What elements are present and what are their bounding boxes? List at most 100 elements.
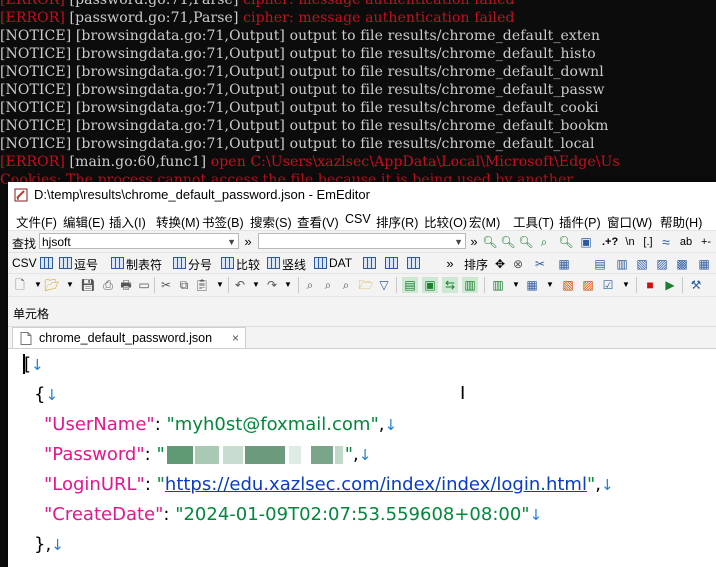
regex-icon[interactable]: [.] [640, 234, 656, 250]
find-prev-icon[interactable]: 🔍︎ [500, 234, 516, 250]
clipboard-search-icon[interactable]: ▣ [578, 234, 594, 250]
menu-item[interactable]: 插入(I) [109, 212, 146, 231]
menu-item[interactable]: 排序(R) [376, 212, 418, 231]
pipe-grid-icon[interactable] [267, 257, 280, 269]
cell-select-icon[interactable]: ▤ [592, 256, 608, 272]
custom-grid-icon[interactable] [363, 257, 376, 269]
column-tools-icon[interactable]: ✂ [532, 256, 548, 272]
tab-grid-icon[interactable] [111, 257, 124, 269]
numeric-range-icon[interactable]: +- [698, 234, 714, 250]
sort-label[interactable]: 排序 [464, 256, 488, 273]
macro-icon[interactable]: ▧ [560, 277, 576, 293]
menu-item[interactable]: 插件(P) [559, 212, 601, 231]
outline-icon[interactable]: ▥ [490, 277, 506, 293]
new-file-icon[interactable]: 🗋︎ [12, 277, 28, 293]
chevron-down-icon[interactable]: ▼ [248, 277, 264, 293]
menu-item[interactable]: 查看(V) [297, 212, 339, 231]
undo-icon[interactable]: ↶ [232, 277, 248, 293]
redo-icon[interactable]: ↷ [264, 277, 280, 293]
close-icon[interactable]: × [232, 331, 239, 345]
dat-grid-icon[interactable] [314, 257, 327, 269]
whole-word-icon[interactable]: ab [678, 234, 694, 250]
chevron-down-icon[interactable]: ▼ [280, 277, 296, 293]
double-chevron-icon[interactable]: » [442, 256, 458, 272]
double-chevron-icon[interactable]: » [240, 234, 256, 250]
paste-icon[interactable]: 📋︎ [194, 277, 210, 293]
menu-item[interactable]: 书签(B) [202, 212, 244, 231]
menu-item[interactable]: 宏(M) [469, 212, 500, 231]
page-setup-icon[interactable]: ▭ [136, 277, 152, 293]
chevron-down-icon[interactable]: ▼ [227, 234, 236, 250]
csv-tab-button[interactable]: 制表符 [126, 256, 162, 273]
comma-grid-icon[interactable] [59, 257, 72, 269]
menu-item[interactable]: 文件(F) [16, 212, 57, 231]
wrap-char-icon[interactable]: ▥ [462, 277, 478, 293]
align-icon[interactable]: ▨ [654, 256, 670, 272]
filter-icon[interactable]: ▽ [376, 277, 392, 293]
menu-item[interactable]: 窗口(W) [607, 212, 652, 231]
menu-item[interactable]: 搜索(S) [250, 212, 292, 231]
csv-grid-icon[interactable] [40, 257, 53, 269]
find-next-icon[interactable]: ⌕ [320, 277, 336, 293]
text-editor-area[interactable]: [↓ {↓ "UserName": "myh0st@foxmail.com",↓… [8, 348, 716, 567]
escape-seq-icon[interactable]: \n [622, 234, 638, 250]
cell-copy-icon[interactable]: ▥ [614, 256, 630, 272]
chevron-down-icon[interactable]: ▼ [454, 234, 463, 250]
csv-mode-label[interactable]: CSV [12, 256, 37, 270]
save-icon[interactable]: 💾︎ [80, 277, 96, 293]
find-all-icon[interactable]: 🔍︎ [518, 234, 534, 250]
snippets-icon[interactable]: ▦ [524, 277, 540, 293]
wrap-window-icon[interactable]: ▣ [422, 277, 438, 293]
wrap-none-icon[interactable]: ▤ [402, 277, 418, 293]
custom-grid-icon[interactable] [407, 257, 420, 269]
cut-icon[interactable]: ✂ [158, 277, 174, 293]
semicolon-grid-icon[interactable] [173, 257, 186, 269]
split-icon[interactable]: ▦ [556, 256, 572, 272]
find-next-icon[interactable]: 🔍︎ [482, 234, 498, 250]
csv-semicolon-button[interactable]: 分号 [188, 256, 212, 273]
json-url-link[interactable]: https://edu.xazlsec.com/index/index/logi… [165, 474, 587, 495]
print-icon[interactable]: 🖶︎ [118, 277, 134, 293]
open-folder-icon[interactable]: 📂︎ [44, 277, 60, 293]
compare-grid-icon[interactable] [221, 257, 234, 269]
copy-icon[interactable]: ⧉ [176, 277, 192, 293]
column-width-icon[interactable]: ▩ [674, 256, 690, 272]
print-preview-icon[interactable]: ⎙ [100, 277, 116, 293]
csv-pipe-button[interactable]: 竖线 [282, 256, 306, 273]
menu-item[interactable]: 转换(M) [156, 212, 200, 231]
chevron-down-icon[interactable]: ▼ [542, 277, 558, 293]
replace-icon[interactable]: 🔍︎ [558, 234, 574, 250]
tools-icon[interactable]: ⚒ [688, 277, 704, 293]
justify-icon[interactable]: ▧ [634, 256, 650, 272]
more-columns-icon[interactable]: ▦ [696, 256, 712, 272]
stop-record-icon[interactable]: ■ [642, 277, 658, 293]
clear-filter-icon[interactable]: ⊗ [510, 256, 526, 272]
chevron-down-icon[interactable]: ▼ [508, 277, 524, 293]
find-icon[interactable]: ⌕ [302, 277, 318, 293]
tab-chrome-default-password[interactable]: chrome_default_password.json × [12, 327, 246, 349]
menu-item[interactable]: CSV [345, 212, 371, 226]
find-in-files-icon[interactable]: 🗁︎ [358, 277, 374, 293]
chevron-down-icon[interactable]: ▼ [618, 277, 634, 293]
run-macro-icon[interactable]: ▶ [662, 277, 678, 293]
csv-dat-button[interactable]: DAT [329, 256, 352, 270]
menu-item[interactable]: 比较(O) [424, 212, 467, 231]
csv-comma-button[interactable]: 逗号 [74, 256, 98, 273]
fuzzy-icon[interactable]: ≈ [658, 234, 674, 250]
macro-edit-icon[interactable]: ▨ [580, 277, 596, 293]
case-match-icon[interactable]: .+? [602, 234, 618, 250]
wrap-page-icon[interactable]: ⇆ [442, 277, 458, 293]
custom-grid-icon[interactable] [385, 257, 398, 269]
title-bar[interactable]: D:\temp\results\chrome_default_password.… [8, 182, 716, 208]
menu-item[interactable]: 帮助(H) [660, 212, 702, 231]
double-chevron-icon[interactable]: » [466, 234, 482, 250]
menu-item[interactable]: 编辑(E) [63, 212, 105, 231]
csv-compare-button[interactable]: 比较 [236, 256, 260, 273]
find-prev-icon[interactable]: ⌕ [338, 277, 354, 293]
replace-input[interactable]: ▼ [258, 233, 466, 249]
checklist-icon[interactable]: ☑ [600, 277, 616, 293]
chevron-down-icon[interactable]: ▼ [212, 277, 228, 293]
menu-item[interactable]: 工具(T) [513, 212, 554, 231]
search-input[interactable]: hjsoft ▼ [39, 233, 239, 249]
chevron-down-icon[interactable]: ▼ [62, 277, 78, 293]
